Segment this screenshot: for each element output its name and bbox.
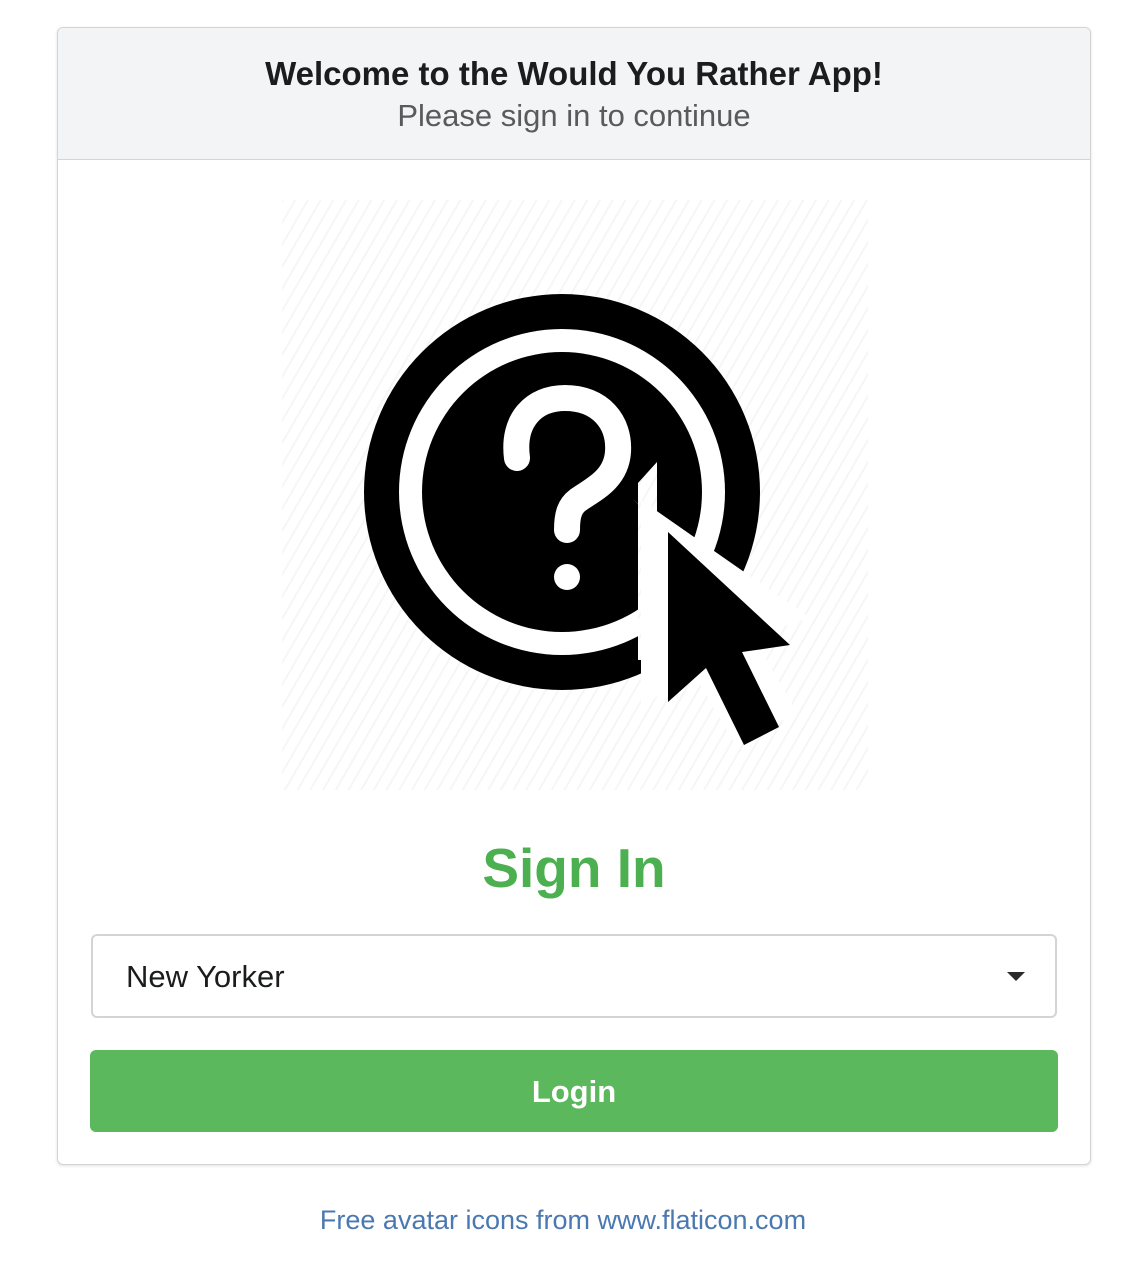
user-select-value: New Yorker (126, 959, 285, 994)
page-subtitle: Please sign in to continue (397, 98, 751, 133)
signin-card: Welcome to the Would You Rather App! Ple… (57, 27, 1091, 1165)
signin-title: Sign In (482, 837, 666, 899)
login-button[interactable]: Login (90, 1050, 1058, 1132)
question-cursor-icon (364, 294, 810, 746)
user-select[interactable]: New Yorker (91, 934, 1057, 1018)
page-title: Welcome to the Would You Rather App! (265, 55, 883, 92)
caret-down-icon (1007, 972, 1025, 981)
flaticon-credit-link[interactable]: Free avatar icons from www.flaticon.com (0, 1202, 1126, 1238)
card-header: Welcome to the Would You Rather App! Ple… (58, 28, 1090, 160)
app-logo (282, 200, 868, 790)
